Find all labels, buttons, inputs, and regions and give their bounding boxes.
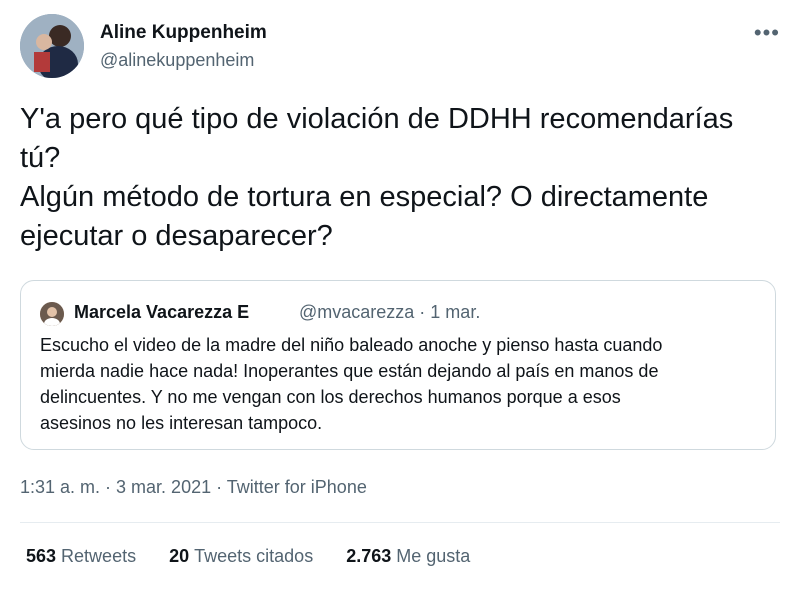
quote-tweets-stat[interactable]: 20 Tweets citados (169, 546, 313, 567)
author-avatar[interactable] (20, 14, 84, 78)
retweets-label: Retweets (61, 546, 137, 566)
likes-count: 2.763 (346, 546, 392, 566)
retweets-stat[interactable]: 563 Retweets (26, 546, 136, 567)
quoted-line: asesinos no les interesan tampoco. (40, 413, 323, 433)
divider (20, 522, 780, 523)
tweet-source[interactable]: Twitter for iPhone (227, 477, 367, 497)
tweet-line: Y'a pero qué tipo de violación de DDHH r… (20, 103, 734, 135)
tweet-header: Aline Kuppenheim @alinekuppenheim ••• (20, 14, 780, 84)
quoted-avatar-image (40, 302, 64, 326)
tweet-line: ejecutar o desaparecer? (20, 220, 333, 252)
retweets-count: 563 (26, 546, 57, 566)
quoted-line: Escucho el video de la madre del niño ba… (40, 335, 663, 355)
quoted-text: Escucho el video de la madre del niño ba… (40, 332, 760, 436)
quotes-count: 20 (169, 546, 190, 566)
tweet-timestamp[interactable]: 1:31 a. m. · 3 mar. 2021 · (20, 477, 227, 497)
likes-label: Me gusta (396, 546, 471, 566)
author-avatar-image (20, 14, 84, 78)
quoted-author-name: Marcela Vacarezza E (74, 302, 250, 322)
tweet-text: Y'a pero qué tipo de violación de DDHH r… (20, 100, 780, 256)
quoted-line: delincuentes. Y no me vengan con los der… (40, 387, 621, 407)
more-horizontal-icon[interactable]: ••• (754, 20, 780, 46)
tweet-stats: 563 Retweets 20 Tweets citados 2.763 Me gus… (26, 546, 498, 567)
quoted-line: mierda nadie hace nada! Inoperantes que … (40, 361, 659, 381)
author-name[interactable]: Aline Kuppenheim (100, 22, 267, 44)
quotes-label: Tweets citados (194, 546, 314, 566)
quoted-author-avatar (40, 302, 64, 326)
tweet-line: tú? (20, 142, 61, 174)
quoted-handle-date: @mvacarezza · 1 mar. (299, 302, 481, 322)
tweet-line: Algún método de tortura en especial? O d… (20, 181, 709, 213)
author-handle[interactable]: @alinekuppenheim (100, 50, 254, 71)
likes-stat[interactable]: 2.763 Me gusta (346, 546, 470, 567)
quoted-tweet[interactable]: Marcela Vacarezza E @mvacarezza · 1 mar.… (20, 280, 776, 450)
tweet-meta: 1:31 a. m. · 3 mar. 2021 · Twitter for i… (20, 477, 367, 498)
